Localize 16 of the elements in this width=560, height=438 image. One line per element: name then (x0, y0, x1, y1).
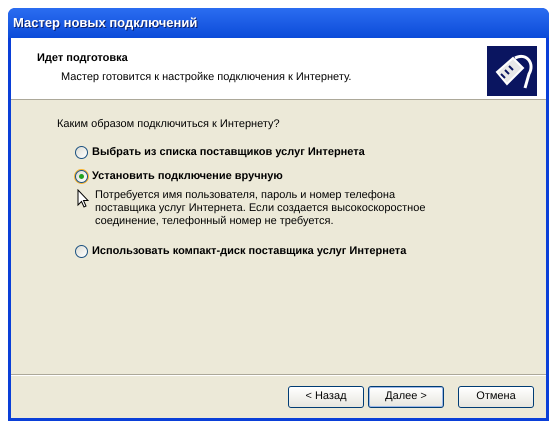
question-text: Каким образом подключиться к Интернету? (57, 117, 281, 132)
window-title: Мастер новых подключений (13, 14, 198, 32)
wizard-button[interactable]: < Назад (288, 386, 364, 408)
radio-option[interactable]: Установить подключение вручную (75, 168, 546, 184)
radio-button[interactable] (75, 245, 88, 258)
option-description: Потребуется имя пользователя, пароль и номер телефона поставщика услуг Интернета. Если создается высокоскоростное соединение, телефонный номер не требуется. (95, 188, 426, 228)
header-subtitle: Мастер готовится к настройке подключения к Интернету. (60, 70, 352, 84)
header-title: Идет подготовка (37, 51, 129, 66)
radio-button[interactable] (75, 170, 88, 183)
radio-option[interactable]: Использовать компакт-диск поставщика услуг Интернета (75, 244, 546, 260)
network-plug-icon (487, 46, 537, 96)
mouse-pointer-icon (77, 188, 89, 208)
wizard-button[interactable]: Отмена (458, 386, 534, 408)
radio-option[interactable]: Выбрать из списка поставщиков услуг Интернета (75, 144, 546, 160)
wizard-button[interactable]: Далее > (368, 386, 444, 408)
radio-button[interactable] (75, 146, 88, 159)
